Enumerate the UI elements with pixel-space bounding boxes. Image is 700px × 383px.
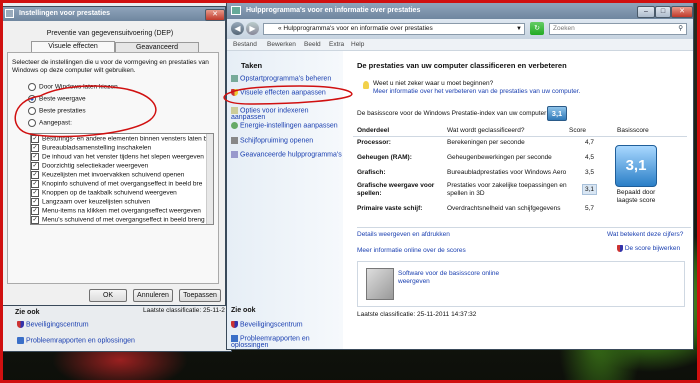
annotation-ellipse-options [14, 85, 157, 138]
red-annotations [14, 85, 353, 138]
annotation-ellipse-visual-effects [223, 85, 353, 105]
